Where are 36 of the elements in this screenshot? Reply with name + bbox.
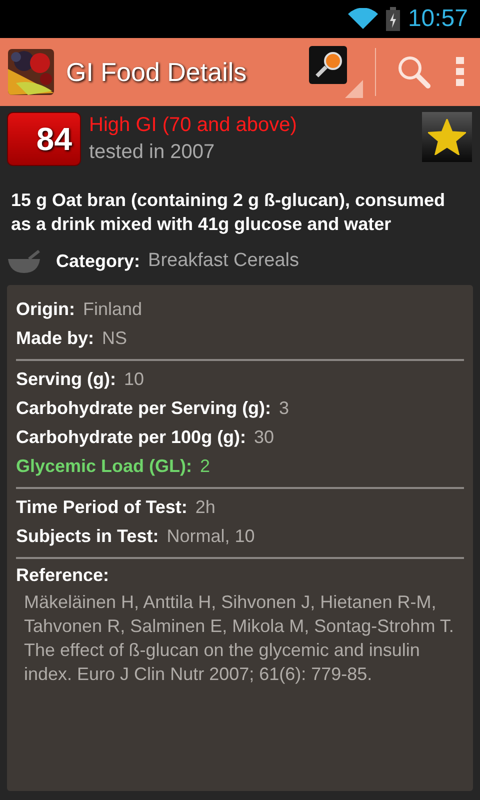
field-value: Normal, 10 xyxy=(166,525,255,548)
search-icon xyxy=(397,55,431,89)
field-label: Carbohydrate per Serving (g): xyxy=(16,397,272,420)
clock-time: 10:57 xyxy=(408,4,468,34)
dropdown-corner-icon xyxy=(345,80,363,98)
star-icon xyxy=(428,119,466,155)
field-value: 10 xyxy=(124,368,144,391)
field-label: Made by: xyxy=(16,327,94,350)
app-title: GI Food Details xyxy=(66,56,248,88)
battery-icon xyxy=(386,7,400,31)
tested-year: tested in 2007 xyxy=(89,140,216,165)
favorite-button[interactable] xyxy=(422,112,472,162)
category-label: Category: xyxy=(56,250,140,273)
menu-icon xyxy=(456,57,464,87)
field-value: 2 xyxy=(200,455,210,478)
bowl-icon xyxy=(7,249,41,273)
gi-level-label: High GI (70 and above) xyxy=(89,113,298,138)
field-value: Finland xyxy=(83,298,142,321)
field-label: Glycemic Load (GL): xyxy=(16,455,192,478)
field-label: Time Period of Test: xyxy=(16,496,188,519)
category-value: Breakfast Cereals xyxy=(148,248,300,273)
field-label: Serving (g): xyxy=(16,368,116,391)
wifi-icon xyxy=(348,8,378,30)
gi-value-badge: 84 xyxy=(7,112,81,166)
field-value: 2h xyxy=(195,496,216,519)
magnifier-icon xyxy=(309,46,347,84)
field-label: Subjects in Test: xyxy=(16,525,159,548)
field-label: Carbohydrate per 100g (g): xyxy=(16,426,246,449)
field-value: NS xyxy=(102,327,128,350)
field-value: 30 xyxy=(254,426,274,449)
reference-label: Reference: xyxy=(16,564,110,587)
food-search-button[interactable] xyxy=(309,46,363,98)
food-description: 15 g Oat bran (containing 2 g ß-glucan), consumed as a drink mixed with 41g glucose and water xyxy=(10,189,446,236)
reference-text: Mäkeläinen H, Anttila H, Sihvonen J, Hietanen R-M, Tahvonen R, Salminen E, Mikola M, Sontag-Strohm T. The effect of ß-glucan on the glycemic and insulin index. Euro J Clin Nutr 2007; 61(6): 779-85. xyxy=(23,591,455,686)
field-label: Origin: xyxy=(16,298,75,321)
field-value: 3 xyxy=(279,397,290,420)
